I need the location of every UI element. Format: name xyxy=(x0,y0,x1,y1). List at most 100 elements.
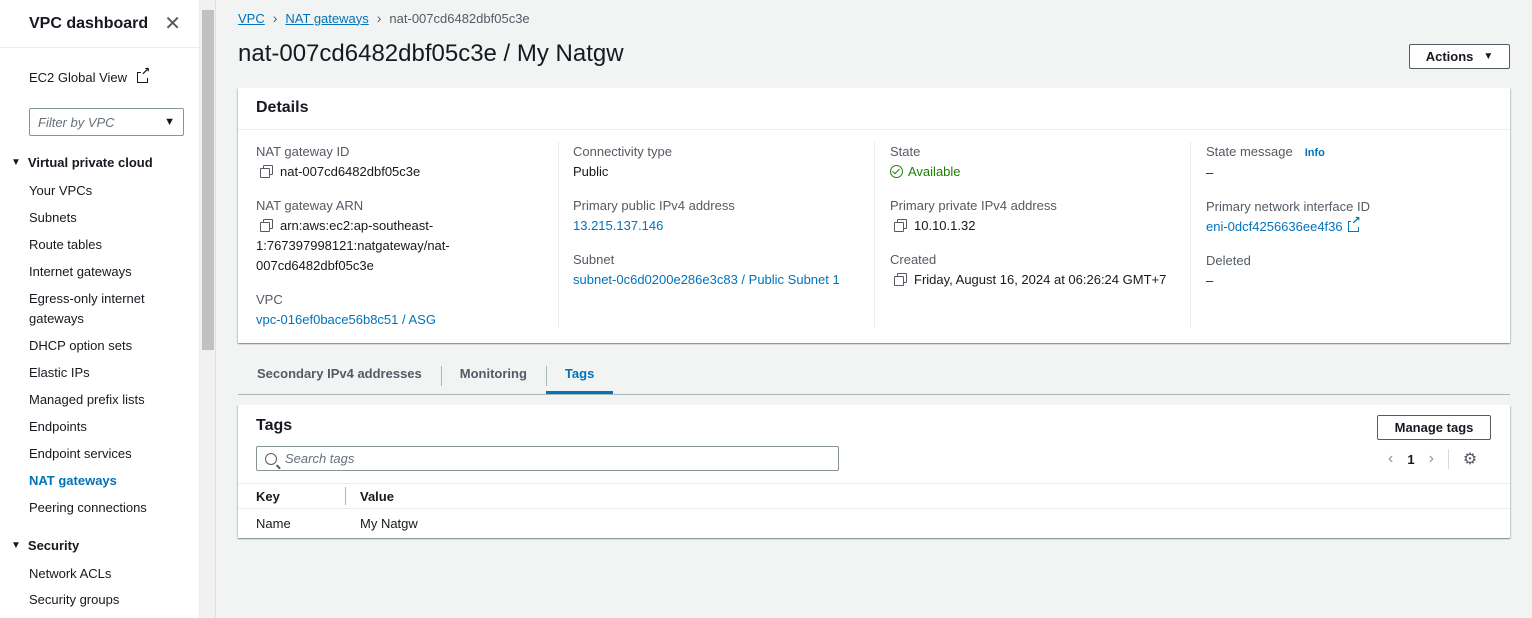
sidebar-item-your-vpcs[interactable]: Your VPCs xyxy=(29,181,189,201)
sidebar-section-security[interactable]: ▼ Security xyxy=(11,538,79,553)
manage-tags-button[interactable]: Manage tags xyxy=(1377,415,1491,440)
sidebar-item-egress-only-internet-gateways[interactable]: Egress-only internet gateways xyxy=(29,289,154,329)
sidebar-section-label: Virtual private cloud xyxy=(27,155,153,170)
connectivity-label: Connectivity type xyxy=(573,144,672,159)
sidebar-scrollbar[interactable] xyxy=(200,0,216,618)
nat-arn-value-row: arn:aws:ec2:ap-southeast- xyxy=(256,216,546,236)
details-column-1: NAT gateway ID nat-007cd6482dbf05c3e NAT… xyxy=(256,142,546,330)
state-message-label: State message xyxy=(1206,144,1293,159)
nat-id-value-row: nat-007cd6482dbf05c3e xyxy=(256,162,546,182)
chevron-left-icon[interactable]: ‹ xyxy=(1388,450,1393,468)
sidebar-item-endpoints[interactable]: Endpoints xyxy=(29,417,189,437)
eni-label: Primary network interface ID xyxy=(1206,199,1370,214)
sidebar-item-ec2-global-view[interactable]: EC2 Global View xyxy=(29,67,151,85)
nat-id-value: nat-007cd6482dbf05c3e xyxy=(280,164,421,179)
tag-key: Name xyxy=(256,515,291,531)
created-label: Created xyxy=(890,252,937,267)
sidebar: VPC dashboard ✕ EC2 Global View Filter b… xyxy=(0,0,200,618)
info-link[interactable]: Info xyxy=(1305,147,1325,159)
private-ip-value: 10.10.1.32 xyxy=(914,218,976,233)
created-value: Friday, August 16, 2024 at 06:26:24 GMT+… xyxy=(914,272,1167,287)
external-link-icon xyxy=(137,67,151,83)
nat-arn-value-2: 1:767397998121:natgateway/nat- xyxy=(256,238,450,253)
details-column-4: State message Info – Primary network inte… xyxy=(1206,142,1496,291)
vpc-label: VPC xyxy=(256,292,283,307)
search-tags-field[interactable] xyxy=(256,446,839,471)
subnet-label: Subnet xyxy=(573,252,615,267)
search-tags-input[interactable] xyxy=(285,451,805,466)
close-icon[interactable]: ✕ xyxy=(164,14,181,34)
nat-arn-value-1: arn:aws:ec2:ap-southeast- xyxy=(280,218,434,233)
sidebar-item-label: EC2 Global View xyxy=(29,70,128,85)
caret-down-icon: ▼ xyxy=(11,540,21,551)
copy-icon[interactable] xyxy=(894,219,907,232)
tab-secondary-ipv4[interactable]: Secondary IPv4 addresses xyxy=(238,358,441,394)
state-message-label-row: State message Info xyxy=(1206,142,1496,163)
nat-arn-value-3: 007cd6482dbf05c3e xyxy=(256,258,374,273)
sidebar-item-nat-gateways[interactable]: NAT gateways xyxy=(29,471,189,491)
state-value-row: Available xyxy=(890,162,1190,182)
breadcrumb-vpc[interactable]: VPC xyxy=(238,11,265,26)
deleted-value: – xyxy=(1206,273,1214,288)
column-header-key[interactable]: Key xyxy=(238,486,346,505)
nat-arn-label: NAT gateway ARN xyxy=(256,198,364,213)
table-header: Key Value xyxy=(238,483,1510,509)
sidebar-item-peering-connections[interactable]: Peering connections xyxy=(29,498,189,518)
tab-tags[interactable]: Tags xyxy=(545,358,614,394)
state-value: Available xyxy=(908,164,961,179)
copy-icon[interactable] xyxy=(260,219,273,232)
sidebar-item-dhcp-option-sets[interactable]: DHCP option sets xyxy=(29,336,189,356)
page-title: nat-007cd6482dbf05c3e / My Natgw xyxy=(238,40,624,67)
tags-panel: Tags Manage tags ‹ 1 › ⚙ Key Value Name … xyxy=(238,405,1510,538)
tab-monitoring[interactable]: Monitoring xyxy=(440,358,546,394)
sidebar-item-managed-prefix-lists[interactable]: Managed prefix lists xyxy=(29,390,189,410)
details-panel: Details NAT gateway ID nat-007cd6482dbf0… xyxy=(238,88,1510,343)
public-ip-label: Primary public IPv4 address xyxy=(573,198,735,213)
sidebar-item-security-groups[interactable]: Security groups xyxy=(29,590,189,610)
eni-value: eni-0dcf4256636ee4f36 xyxy=(1206,219,1343,234)
page-number[interactable]: 1 xyxy=(1407,452,1414,467)
private-ip-label: Primary private IPv4 address xyxy=(890,198,1057,213)
external-link-icon xyxy=(1347,216,1361,232)
pagination: ‹ 1 › ⚙ xyxy=(1388,449,1477,469)
private-ip-value-row: 10.10.1.32 xyxy=(890,216,1190,236)
caret-down-icon: ▼ xyxy=(1483,51,1494,62)
details-column-2: Connectivity type Public Primary public … xyxy=(573,142,863,290)
vpc-link[interactable]: vpc-016ef0bace56b8c51 / ASG xyxy=(256,310,546,330)
pager-divider xyxy=(1447,449,1449,469)
sidebar-item-internet-gateways[interactable]: Internet gateways xyxy=(29,262,189,282)
table-row: Name My Natgw xyxy=(238,509,1510,537)
nat-id-label: NAT gateway ID xyxy=(256,144,350,159)
chevron-right-icon[interactable]: › xyxy=(1429,450,1434,468)
deleted-label: Deleted xyxy=(1206,253,1251,268)
created-value-row: Friday, August 16, 2024 at 06:26:24 GMT+… xyxy=(890,270,1190,290)
copy-icon[interactable] xyxy=(894,273,907,286)
chevron-right-icon: › xyxy=(376,10,382,26)
actions-button[interactable]: Actions ▼ xyxy=(1409,44,1510,69)
gear-icon[interactable]: ⚙ xyxy=(1463,449,1477,469)
column-header-value[interactable]: Value xyxy=(346,489,394,504)
column-divider xyxy=(874,142,875,328)
scrollbar-thumb[interactable] xyxy=(202,10,214,350)
public-ip-link[interactable]: 13.215.137.146 xyxy=(573,216,863,236)
sidebar-item-elastic-ips[interactable]: Elastic IPs xyxy=(29,363,189,383)
sidebar-item-endpoint-services[interactable]: Endpoint services xyxy=(29,444,189,464)
actions-button-label: Actions xyxy=(1425,49,1474,64)
chevron-right-icon: › xyxy=(272,10,278,26)
caret-down-icon: ▼ xyxy=(164,116,175,128)
sidebar-section-vpc[interactable]: ▼ Virtual private cloud xyxy=(11,155,153,170)
subnet-link[interactable]: subnet-0c6d0200e286e3c83 / Public Subnet… xyxy=(573,270,863,290)
status-success-icon xyxy=(890,165,903,178)
sidebar-item-subnets[interactable]: Subnets xyxy=(29,208,189,228)
vpc-filter-select[interactable]: Filter by VPC ▼ xyxy=(29,108,184,136)
column-divider xyxy=(558,142,559,328)
column-divider xyxy=(1190,142,1191,328)
eni-link[interactable]: eni-0dcf4256636ee4f36 xyxy=(1206,216,1496,237)
tags-title: Tags xyxy=(256,417,293,434)
sidebar-item-network-acls[interactable]: Network ACLs xyxy=(29,564,189,584)
sidebar-item-route-tables[interactable]: Route tables xyxy=(29,235,189,255)
copy-icon[interactable] xyxy=(260,165,273,178)
details-header: Details xyxy=(238,88,1510,130)
breadcrumb-nat-gateways[interactable]: NAT gateways xyxy=(285,11,368,26)
search-icon xyxy=(265,452,277,465)
